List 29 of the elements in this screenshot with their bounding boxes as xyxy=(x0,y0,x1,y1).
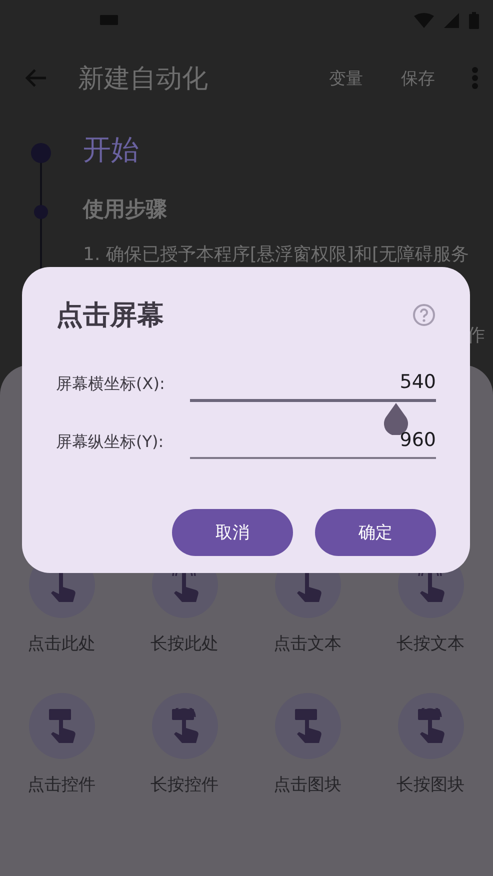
action-label: 点击图块 xyxy=(274,774,342,796)
field-label: 屏幕纵坐标(Y): xyxy=(56,432,165,452)
action-label: 点击控件 xyxy=(28,774,96,796)
help-icon[interactable] xyxy=(412,303,436,327)
tap-box-hand-icon xyxy=(170,708,200,744)
action-label: 长按图块 xyxy=(396,774,464,796)
dialog-title: 点击屏幕 xyxy=(56,299,164,333)
action-label: 点击文本 xyxy=(274,633,342,655)
keyboard-icon xyxy=(100,15,118,25)
dialog-button[interactable]: 取消 xyxy=(172,509,293,556)
step-text: 1. 确保已授予本程序[悬浮窗权限]和[无障碍服务 xyxy=(83,243,470,268)
wifi-icon xyxy=(414,12,434,28)
coordinate-field[interactable]: 960 xyxy=(190,425,436,459)
action-label: 长按此处 xyxy=(150,633,218,655)
dialog-button[interactable]: 确定 xyxy=(315,509,436,556)
step-title: 使用步骤 xyxy=(83,196,168,223)
signal-icon xyxy=(444,12,459,28)
page-title: 新建自动化 xyxy=(78,62,209,96)
action-label: 长按文本 xyxy=(396,633,464,655)
battery-icon xyxy=(469,12,479,28)
tap-box-hand-icon xyxy=(292,708,322,744)
coordinate-field[interactable]: 540 xyxy=(190,366,436,402)
tap-box-hand-icon xyxy=(416,708,446,744)
action-label: 点击此处 xyxy=(28,633,96,655)
step-title: 开始 xyxy=(83,132,140,168)
field-label: 屏幕横坐标(X): xyxy=(56,374,166,394)
action-label: 长按控件 xyxy=(150,774,218,796)
tap-box-hand-icon xyxy=(46,708,76,744)
more-options-icon[interactable] xyxy=(471,66,479,90)
